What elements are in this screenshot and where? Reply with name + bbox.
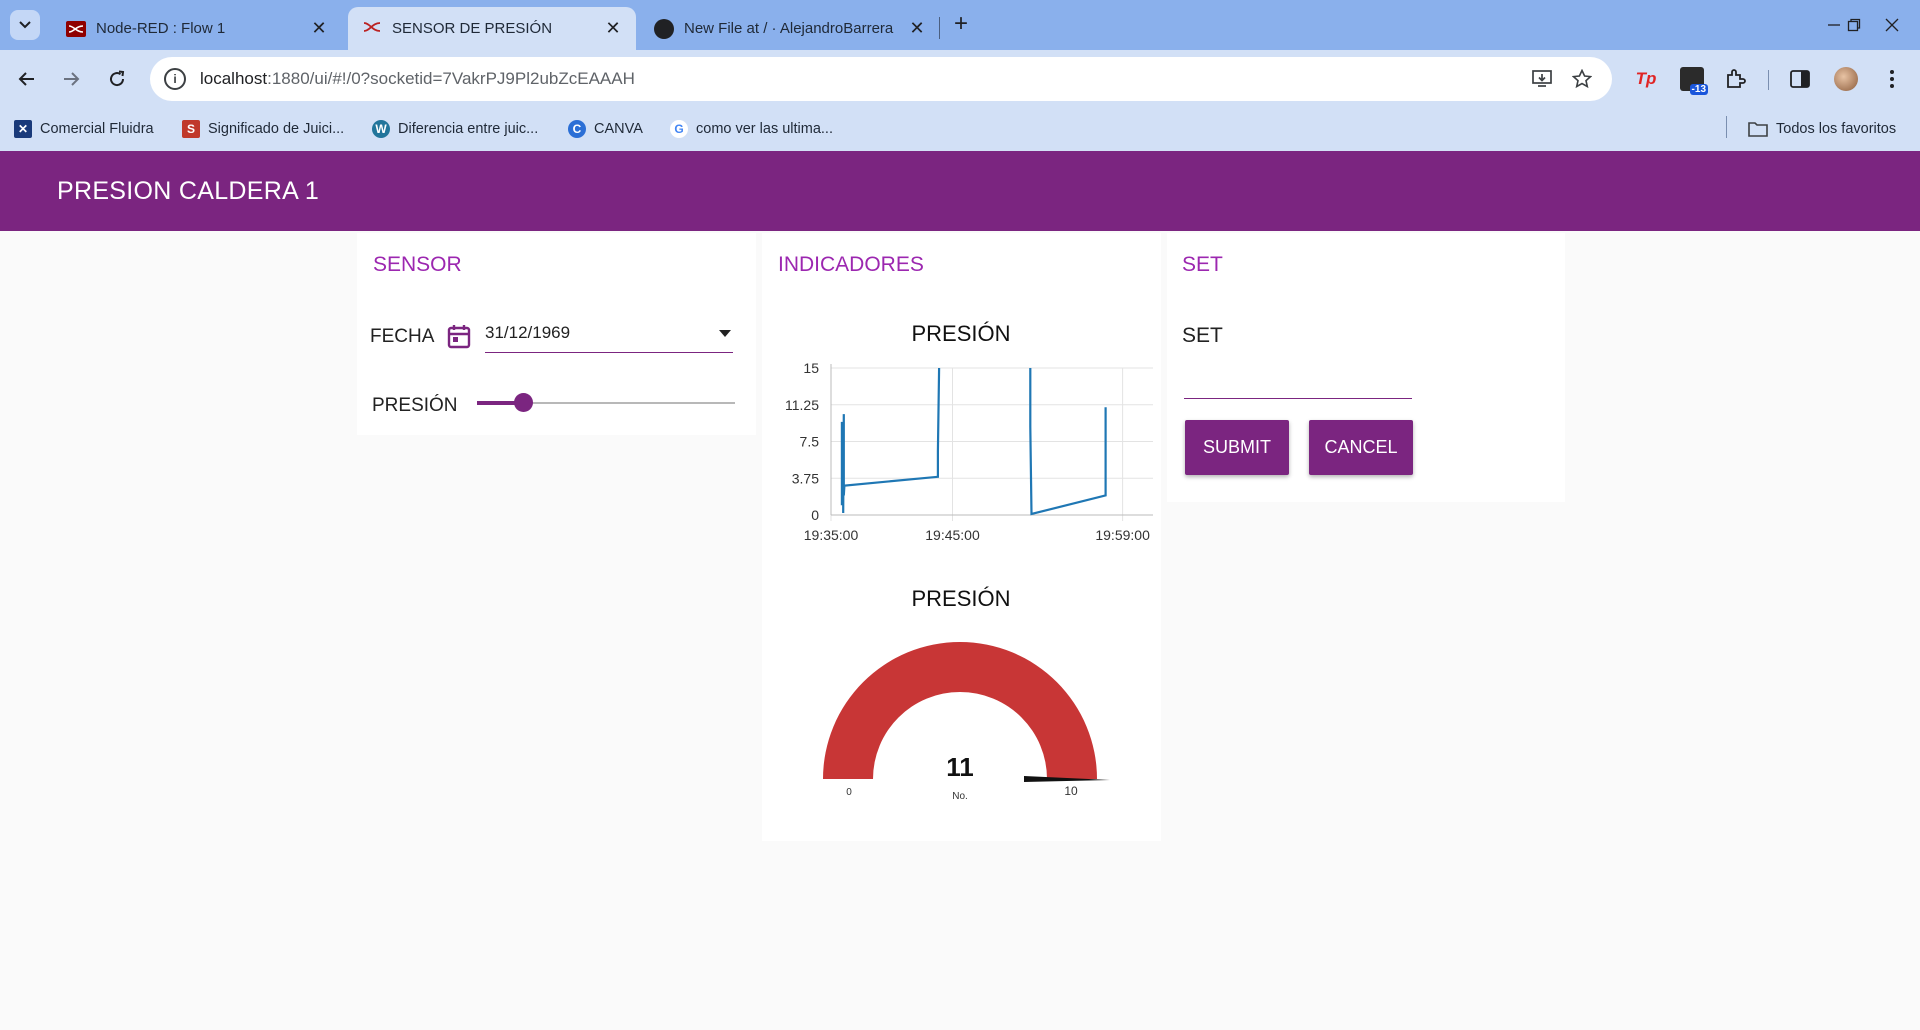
profile-avatar[interactable] [1832,65,1860,93]
pressure-gauge: 11 No. 0 10 [823,642,1110,802]
bookmark-google[interactable]: G como ver las ultima... [670,117,833,141]
url-text[interactable]: localhost:1880/ui/#!/0?socketid=7VakrPJ9… [200,69,635,89]
days-extension-icon[interactable]: -13 [1678,65,1708,95]
canva-icon: C [568,120,586,138]
indicadores-group-title: INDICADORES [778,253,924,276]
y-tick-label: 11.25 [785,397,819,413]
fecha-label: FECHA [370,326,435,347]
site-info-icon[interactable]: i [164,68,186,90]
google-icon: G [670,120,688,138]
browser-tab-strip: Node-RED : Flow 1 ✕ SENSOR DE PRESIÓN ✕ … [0,0,1920,50]
y-tick-label: 7.5 [800,434,820,450]
url-host: localhost [200,69,268,88]
gauge-units: No. [952,791,968,802]
sensor-group-title: SENSOR [373,253,462,276]
arrow-right-icon [64,72,80,86]
address-bar[interactable]: i localhost:1880/ui/#!/0?socketid=7VakrP… [150,57,1612,101]
set-value-input[interactable] [1184,357,1412,399]
url-path: :1880/ui/#!/0?socketid=7VakrPJ9Pl2ubZcEA… [267,69,635,88]
browser-toolbar: i localhost:1880/ui/#!/0?socketid=7VakrP… [0,50,1920,108]
x-tick-label: 19:35:00 [804,527,859,543]
set-input-label: SET [1182,324,1223,347]
page-title: PRESION CALDERA 1 [57,177,320,205]
install-app-icon[interactable] [1530,67,1554,91]
submit-button[interactable]: SUBMIT [1185,420,1289,475]
tab-title: SENSOR DE PRESIÓN [392,20,553,37]
bookmark-label: como ver las ultima... [696,121,833,137]
reload-icon [110,70,125,87]
tp-extension-icon[interactable]: Tp [1632,65,1660,93]
bookmark-label: Diferencia entre juic... [398,121,539,137]
close-icon [1885,18,1899,32]
tab-title: New File at / · AlejandroBarrera [684,20,894,37]
node-red-icon [66,20,86,37]
extensions-puzzle-icon[interactable] [1722,65,1750,93]
restore-button[interactable] [1834,12,1874,38]
chevron-down-icon [19,21,31,29]
tab-sensor-presion[interactable]: SENSOR DE PRESIÓN ✕ [348,7,636,50]
github-icon [654,18,674,39]
restore-icon [1847,18,1861,32]
gauge-max: 10 [1064,784,1078,798]
back-button[interactable] [12,64,42,94]
node-red-icon [362,19,382,39]
tab-github-new-file[interactable]: New File at / · AlejandroBarrera ✕ [640,7,940,50]
y-tick-label: 0 [811,507,819,523]
bookmark-label: Comercial Fluidra [40,121,154,137]
dropdown-arrow-icon[interactable] [719,330,731,337]
s-icon: S [182,120,200,138]
all-bookmarks-label: Todos los favoritos [1776,121,1897,137]
tab-search-button[interactable] [10,10,40,40]
tab-title: Node-RED : Flow 1 [96,20,226,37]
toolbar-separator [1768,70,1769,90]
tab-node-red-flow[interactable]: Node-RED : Flow 1 ✕ [52,7,342,50]
chart-title: PRESIÓN [911,321,1011,346]
close-window-button[interactable] [1872,12,1912,38]
gauge-value: 11 [946,752,974,782]
bookmark-comercial-fluidra[interactable]: ✕ Comercial Fluidra [14,117,154,141]
bookmark-diferencia[interactable]: W Diferencia entre juic... [372,117,538,141]
wordpress-icon: W [372,120,390,138]
bookmark-significado[interactable]: S Significado de Juici... [182,117,344,141]
y-tick-label: 3.75 [792,470,819,486]
close-icon[interactable]: ✕ [604,18,622,39]
bookmark-canva[interactable]: C CANVA [568,117,643,141]
forward-button[interactable] [56,64,86,94]
calendar-icon[interactable] [447,323,471,354]
reload-button[interactable] [102,64,132,94]
menu-kebab-icon[interactable] [1878,65,1906,93]
presion-slider-label: PRESIÓN [372,395,458,416]
close-icon[interactable]: ✕ [908,18,926,39]
fluidra-icon: ✕ [14,120,32,138]
close-icon[interactable]: ✕ [310,18,328,39]
set-group-title: SET [1182,253,1223,276]
arrow-left-icon [18,72,34,86]
pressure-line-chart: 0 3.75 7.5 11.25 15 19:35:00 19:45:00 19:59:00 [785,360,1153,543]
tab-separator [939,17,940,39]
new-tab-button[interactable]: + [948,12,974,38]
bookmark-star-icon[interactable] [1570,67,1594,91]
all-bookmarks-button[interactable]: Todos los favoritos [1748,117,1896,141]
dashboard-header: PRESION CALDERA 1 [0,151,1920,231]
side-panel-icon[interactable] [1786,65,1814,93]
bookmarks-separator [1726,116,1727,138]
y-tick-label: 15 [803,360,819,376]
bookmarks-bar: ✕ Comercial Fluidra S Significado de Jui… [0,108,1920,151]
x-tick-label: 19:59:00 [1095,527,1150,543]
x-tick-label: 19:45:00 [925,527,980,543]
series-line [840,367,941,514]
gauge-title: PRESIÓN [911,586,1011,611]
bookmark-label: CANVA [594,121,643,137]
date-value: 31/12/1969 [485,323,571,342]
presion-slider[interactable] [477,393,735,412]
folder-icon [1748,122,1768,137]
extension-badge: -13 [1689,84,1708,95]
gauge-min: 0 [846,787,852,798]
date-picker-input[interactable]: 31/12/1969 [485,318,733,353]
cancel-button[interactable]: CANCEL [1309,420,1413,475]
bookmark-label: Significado de Juici... [208,121,345,137]
